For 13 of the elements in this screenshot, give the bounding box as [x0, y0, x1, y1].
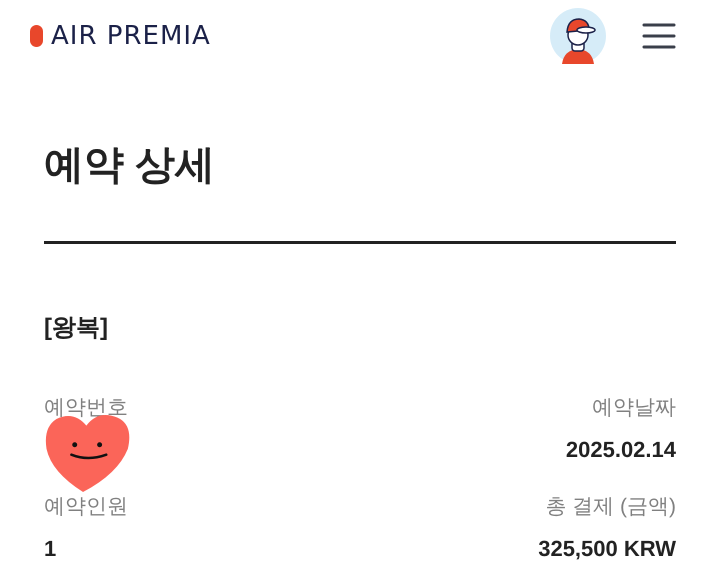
avatar[interactable] [550, 8, 606, 64]
detail-value: 2025.02.14 [566, 436, 676, 464]
logo-icon [30, 25, 43, 47]
menu-icon[interactable] [642, 22, 676, 50]
page-title: 예약 상세 [44, 142, 216, 189]
detail-value: 1 [44, 535, 56, 563]
trip-type: [왕복] [44, 313, 109, 343]
detail-label: 총 결제 (금액) [545, 494, 676, 520]
detail-label: 예약번호 [44, 395, 128, 421]
detail-value: 325,500 KRW [538, 535, 676, 563]
logo[interactable]: AIR PREMIA [51, 16, 211, 56]
detail-label: 예약날짜 [592, 395, 676, 421]
detail-label: 예약인원 [44, 494, 128, 520]
